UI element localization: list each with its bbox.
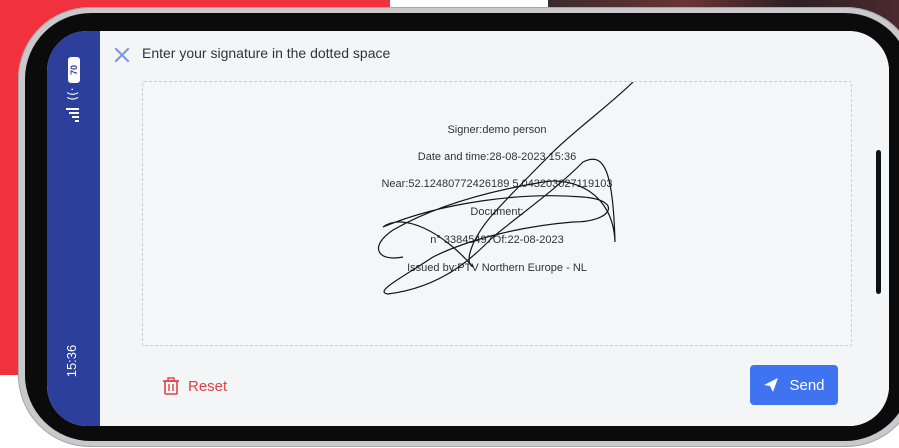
device-screen: 70 ((· 15:36 Enter your signature in the… bbox=[47, 31, 889, 426]
trash-icon bbox=[163, 377, 179, 395]
paper-plane-icon bbox=[764, 378, 779, 392]
send-label: Send bbox=[789, 376, 825, 394]
reset-label: Reset bbox=[188, 377, 228, 395]
handwritten-signature bbox=[378, 82, 634, 295]
battery-icon: 70 bbox=[68, 57, 80, 83]
device-screen-wrapper: 70 ((· 15:36 Enter your signature in the… bbox=[47, 31, 889, 426]
wifi-icon: ((· bbox=[65, 87, 80, 101]
signal-icon bbox=[65, 108, 79, 122]
status-bar: 70 ((· 15:36 bbox=[47, 31, 100, 426]
instruction-text: Enter your signature in the dotted space bbox=[142, 45, 391, 61]
send-button[interactable]: Send bbox=[750, 365, 838, 405]
status-time: 15:36 bbox=[64, 344, 79, 378]
close-icon[interactable] bbox=[112, 45, 132, 65]
signature-app: Enter your signature in the dotted space… bbox=[100, 31, 889, 426]
reset-button[interactable]: Reset bbox=[162, 372, 227, 400]
phone-side-button bbox=[876, 150, 881, 294]
signature-pad[interactable]: Signer:demo person Date and time:28-08-2… bbox=[142, 81, 852, 346]
